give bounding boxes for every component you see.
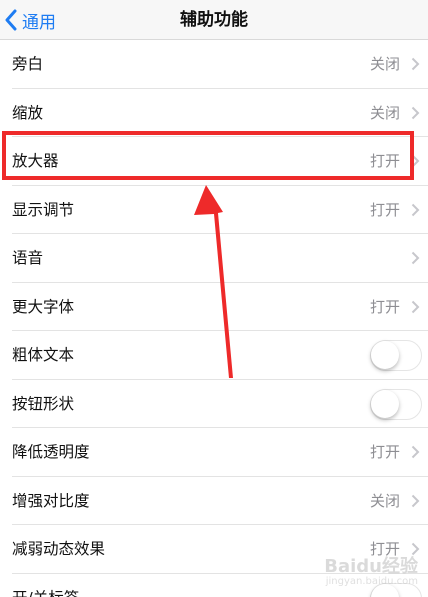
chevron-right-icon <box>411 203 420 216</box>
row-value: 打开 <box>369 297 400 316</box>
chevron-right-icon <box>411 154 420 168</box>
row-value: 关闭 <box>369 103 400 122</box>
page-title: 辅助功能 <box>180 10 248 30</box>
chevron-right-icon <box>411 542 420 556</box>
row-display-accommodations[interactable]: 显示调节 打开 <box>0 186 428 235</box>
row-label: 放大器 <box>12 152 59 170</box>
button-shapes-toggle[interactable] <box>370 388 422 420</box>
chevron-right-icon <box>411 300 420 313</box>
row-value: 打开 <box>369 443 400 461</box>
toggle-knob <box>371 389 399 418</box>
chevron-right-icon <box>411 106 420 119</box>
row-label: 增强对比度 <box>12 491 90 510</box>
row-label: 减弱动态效果 <box>12 540 106 558</box>
row-speech[interactable]: 语音 <box>0 234 428 283</box>
row-label: 粗体文本 <box>12 346 75 364</box>
row-value: 关闭 <box>369 55 400 73</box>
on-off-labels-toggle[interactable] <box>370 582 422 597</box>
chevron-right-icon <box>411 57 420 71</box>
row-value: 打开 <box>369 200 400 219</box>
row-label: 按钮形状 <box>12 394 75 413</box>
row-bold-text: 粗体文本 <box>0 331 428 380</box>
chevron-right-icon <box>411 445 420 459</box>
row-reduce-transparency[interactable]: 降低透明度 打开 <box>0 428 428 477</box>
row-value: 打开 <box>369 540 400 558</box>
row-label: 显示调节 <box>12 200 75 219</box>
chevron-right-icon <box>411 251 420 265</box>
row-on-off-labels: 开/关标签 <box>0 574 428 597</box>
toggle-knob <box>371 583 399 597</box>
row-label: 开/关标签 <box>12 574 79 597</box>
row-increase-contrast[interactable]: 增强对比度 关闭 <box>0 477 428 526</box>
settings-list: 旁白 关闭 缩放 关闭 放大器 打开 显示调节 打开 语音 更大字体 打开 粗体… <box>0 40 428 597</box>
row-voiceover[interactable]: 旁白 关闭 <box>0 40 428 89</box>
row-reduce-motion[interactable]: 减弱动态效果 打开 <box>0 525 428 574</box>
row-larger-text[interactable]: 更大字体 打开 <box>0 283 428 332</box>
row-value: 打开 <box>369 152 400 170</box>
row-button-shapes: 按钮形状 <box>0 380 428 429</box>
row-label: 语音 <box>12 249 44 267</box>
row-label: 缩放 <box>12 103 44 122</box>
chevron-right-icon <box>411 494 420 507</box>
row-magnifier[interactable]: 放大器 打开 <box>0 137 428 186</box>
row-label: 更大字体 <box>12 297 75 316</box>
toggle-knob <box>371 341 399 369</box>
navigation-bar: 通用 辅助功能 <box>0 0 428 40</box>
row-value: 关闭 <box>369 491 400 510</box>
bold-text-toggle[interactable] <box>370 340 422 371</box>
row-label: 旁白 <box>12 55 44 73</box>
row-zoom[interactable]: 缩放 关闭 <box>0 89 428 138</box>
row-label: 降低透明度 <box>12 443 90 461</box>
